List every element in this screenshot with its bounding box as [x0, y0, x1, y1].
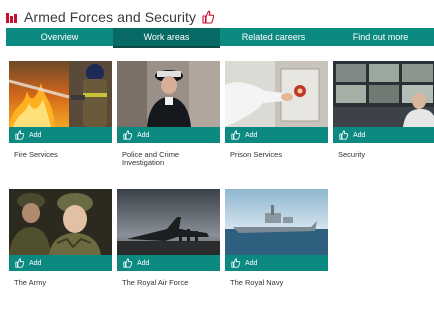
add-button[interactable]: Add — [225, 127, 328, 143]
work-area-card-prison-services[interactable]: Add Prison Services — [225, 61, 328, 159]
thumbs-up-icon[interactable] — [202, 10, 215, 24]
thumbs-up-icon — [123, 130, 133, 140]
card-title[interactable]: The Royal Navy — [225, 279, 325, 287]
security-image[interactable] — [333, 61, 434, 127]
raf-image[interactable] — [117, 189, 220, 255]
add-button[interactable]: Add — [225, 255, 328, 271]
add-button[interactable]: Add — [117, 127, 220, 143]
add-label: Add — [245, 131, 258, 139]
card-title[interactable]: The Royal Air Force — [117, 279, 217, 287]
thumbs-up-icon — [339, 130, 349, 140]
add-label: Add — [29, 131, 42, 139]
tab-related-careers[interactable]: Related careers — [220, 28, 327, 46]
add-button[interactable]: Add — [333, 127, 434, 143]
card-title[interactable]: The Army — [9, 279, 109, 287]
work-area-card-army[interactable]: Add The Army — [9, 189, 112, 287]
work-area-card-security[interactable]: Add Security — [333, 61, 434, 159]
thumbs-up-icon — [231, 258, 241, 268]
add-label: Add — [245, 259, 258, 267]
bar-chart-logo-icon — [6, 12, 18, 23]
thumbs-up-icon — [123, 258, 133, 268]
card-title[interactable]: Fire Services — [9, 151, 109, 159]
add-button[interactable]: Add — [117, 255, 220, 271]
tab-overview[interactable]: Overview — [6, 28, 113, 46]
tab-work-areas[interactable]: Work areas — [113, 28, 220, 48]
army-image[interactable] — [9, 189, 112, 255]
fire-services-image[interactable] — [9, 61, 112, 127]
work-area-card-police[interactable]: Add Police and Crime Investigation — [117, 61, 220, 167]
thumbs-up-icon — [15, 258, 25, 268]
work-area-card-raf[interactable]: Add The Royal Air Force — [117, 189, 220, 287]
add-label: Add — [137, 131, 150, 139]
navy-image[interactable] — [225, 189, 328, 255]
card-title[interactable]: Police and Crime Investigation — [117, 151, 217, 167]
page-header: Armed Forces and Security — [6, 6, 215, 28]
card-title[interactable]: Prison Services — [225, 151, 325, 159]
prison-services-image[interactable] — [225, 61, 328, 127]
work-area-card-fire-services[interactable]: Add Fire Services — [9, 61, 112, 159]
tab-bar: Overview Work areas Related careers Find… — [6, 28, 434, 48]
add-button[interactable]: Add — [9, 127, 112, 143]
add-label: Add — [353, 131, 366, 139]
thumbs-up-icon — [231, 130, 241, 140]
tab-find-out-more[interactable]: Find out more — [327, 28, 434, 46]
thumbs-up-icon — [15, 130, 25, 140]
add-label: Add — [29, 259, 42, 267]
add-button[interactable]: Add — [9, 255, 112, 271]
page-title: Armed Forces and Security — [24, 9, 197, 25]
police-image[interactable] — [117, 61, 220, 127]
work-area-card-navy[interactable]: Add The Royal Navy — [225, 189, 328, 287]
add-label: Add — [137, 259, 150, 267]
card-title[interactable]: Security — [333, 151, 433, 159]
